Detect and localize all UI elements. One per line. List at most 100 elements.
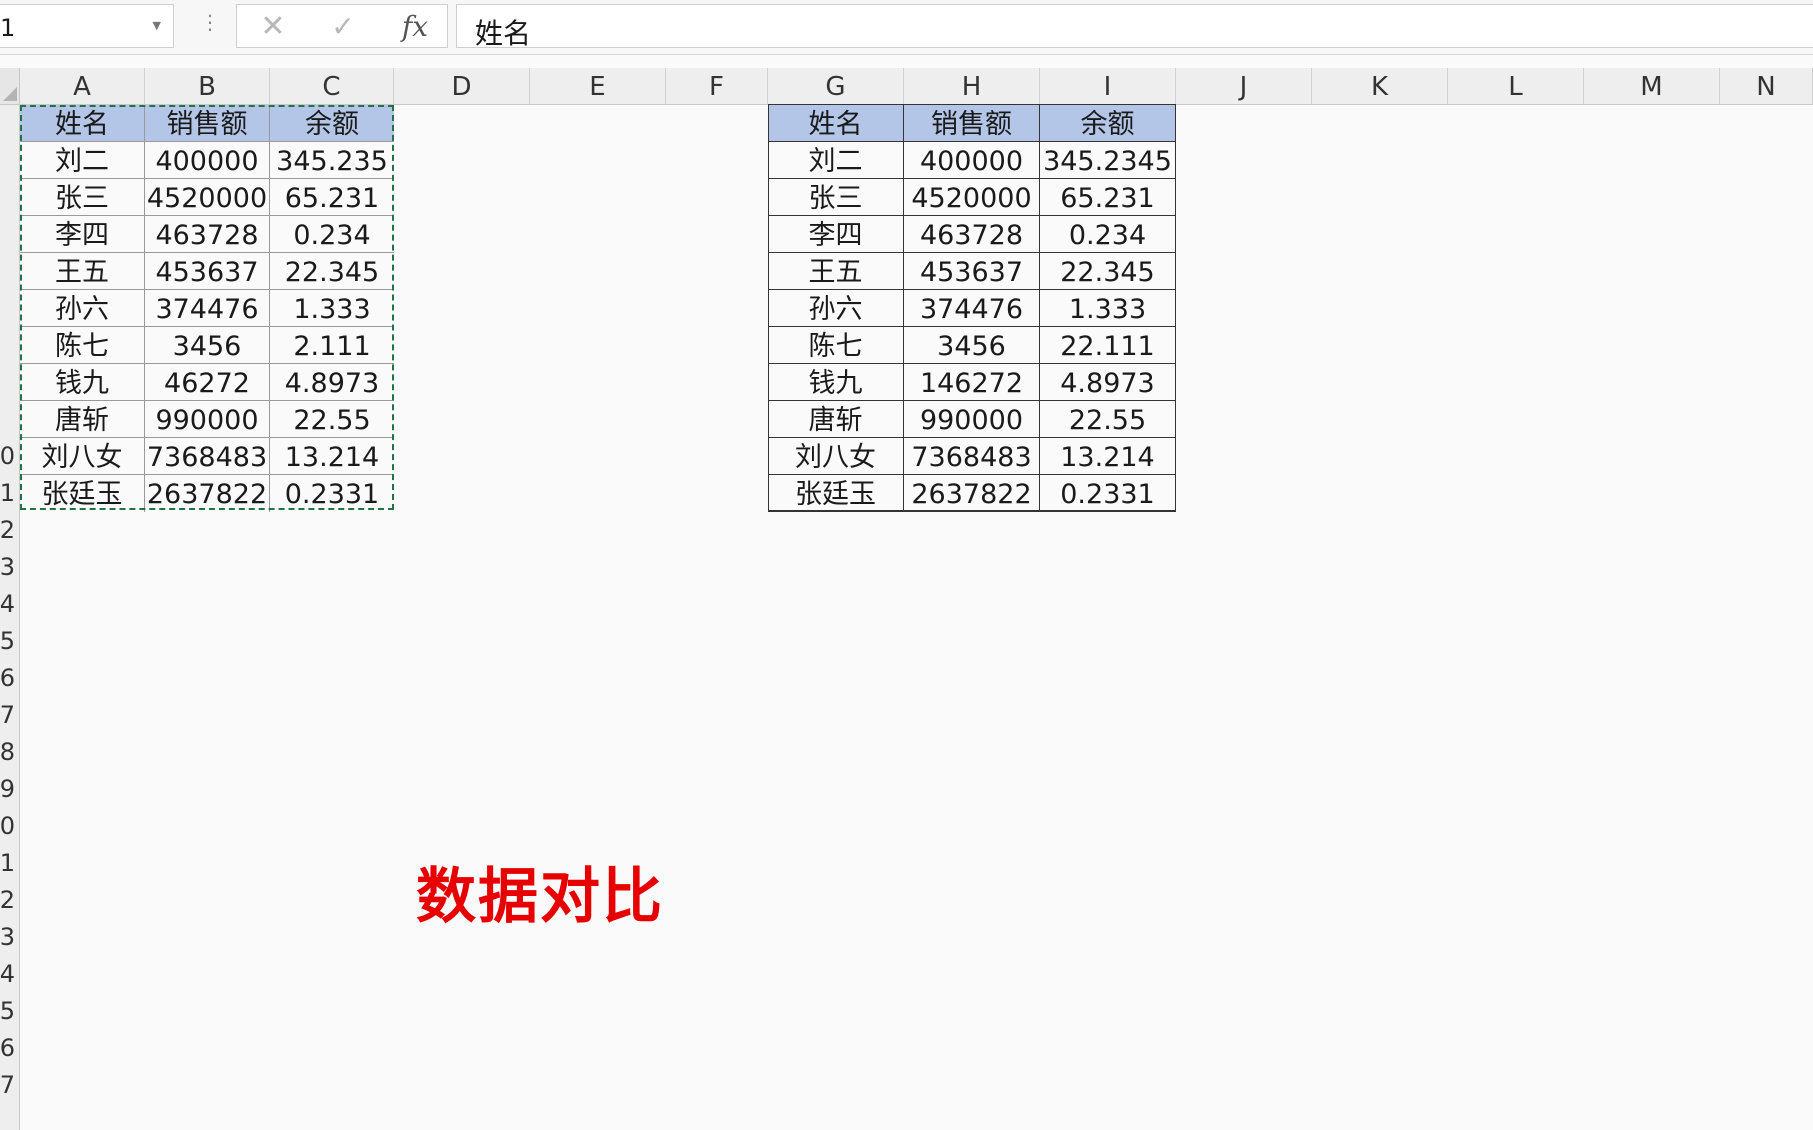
column-header-L[interactable]: L xyxy=(1448,68,1584,104)
row-header[interactable]: 2 xyxy=(0,882,15,919)
table-header-cell[interactable]: 销售额 xyxy=(904,105,1040,142)
table-cell[interactable]: 钱九 xyxy=(20,364,145,401)
table-cell[interactable]: 陈七 xyxy=(768,327,904,364)
row-header[interactable]: 7 xyxy=(0,697,15,734)
table-cell[interactable]: 刘二 xyxy=(768,142,904,179)
row-header[interactable]: 0 xyxy=(0,438,15,475)
cancel-icon[interactable]: ✕ xyxy=(255,7,291,47)
table-cell[interactable]: 453637 xyxy=(145,253,270,290)
row-header[interactable]: 5 xyxy=(0,993,15,1030)
table-cell[interactable]: 463728 xyxy=(145,216,270,253)
table-cell[interactable]: 345.235 xyxy=(270,142,394,179)
column-header-H[interactable]: H xyxy=(904,68,1040,104)
row-header[interactable]: 4 xyxy=(0,956,15,993)
table-cell[interactable]: 刘二 xyxy=(20,142,145,179)
row-header[interactable]: 1 xyxy=(0,475,15,512)
table-cell[interactable]: 4520000 xyxy=(145,179,270,216)
table-cell[interactable]: 22.55 xyxy=(270,401,394,438)
table-cell[interactable]: 0.2331 xyxy=(270,475,394,512)
table-cell[interactable]: 唐斩 xyxy=(20,401,145,438)
table-cell[interactable]: 13.214 xyxy=(270,438,394,475)
table-cell[interactable]: 3456 xyxy=(145,327,270,364)
column-header-G[interactable]: G xyxy=(768,68,904,104)
more-vertical-icon[interactable]: ⋮ xyxy=(200,10,220,34)
table-cell[interactable]: 22.111 xyxy=(1040,327,1176,364)
table-cell[interactable]: 400000 xyxy=(145,142,270,179)
table-cell[interactable]: 990000 xyxy=(145,401,270,438)
table-cell[interactable]: 453637 xyxy=(904,253,1040,290)
column-header-E[interactable]: E xyxy=(530,68,666,104)
name-box[interactable]: 1 ▼ xyxy=(0,4,174,48)
row-header[interactable]: 3 xyxy=(0,919,15,956)
table-cell[interactable]: 1.333 xyxy=(270,290,394,327)
table-cell[interactable]: 7368483 xyxy=(904,438,1040,475)
table-cell[interactable]: 李四 xyxy=(20,216,145,253)
table-cell[interactable]: 22.345 xyxy=(270,253,394,290)
table-cell[interactable]: 孙六 xyxy=(20,290,145,327)
table-cell[interactable]: 刘八女 xyxy=(768,438,904,475)
table-cell[interactable]: 0.234 xyxy=(270,216,394,253)
table-header-cell[interactable]: 姓名 xyxy=(768,105,904,142)
table-cell[interactable]: 张廷玉 xyxy=(768,475,904,512)
table-cell[interactable]: 3456 xyxy=(904,327,1040,364)
column-header-I[interactable]: I xyxy=(1040,68,1176,104)
table-cell[interactable]: 王五 xyxy=(20,253,145,290)
table-cell[interactable]: 65.231 xyxy=(270,179,394,216)
table-cell[interactable]: 463728 xyxy=(904,216,1040,253)
row-header[interactable]: 8 xyxy=(0,734,15,771)
column-header-D[interactable]: D xyxy=(394,68,530,104)
table-header-cell[interactable]: 余额 xyxy=(270,105,394,142)
fx-icon[interactable]: fx xyxy=(395,7,435,47)
table-cell[interactable]: 孙六 xyxy=(768,290,904,327)
table-cell[interactable]: 13.214 xyxy=(1040,438,1176,475)
table-cell[interactable]: 陈七 xyxy=(20,327,145,364)
row-header[interactable]: 3 xyxy=(0,549,15,586)
row-header[interactable]: 9 xyxy=(0,771,15,808)
column-header-J[interactable]: J xyxy=(1176,68,1312,104)
table-cell[interactable]: 146272 xyxy=(904,364,1040,401)
table-cell[interactable]: 374476 xyxy=(145,290,270,327)
row-header[interactable]: 6 xyxy=(0,1030,15,1067)
row-header[interactable]: 4 xyxy=(0,586,15,623)
table-cell[interactable]: 65.231 xyxy=(1040,179,1176,216)
select-all-button[interactable] xyxy=(0,68,20,104)
table-cell[interactable]: 2637822 xyxy=(145,475,270,512)
table-cell[interactable]: 46272 xyxy=(145,364,270,401)
column-header-N[interactable]: N xyxy=(1720,68,1813,104)
table-cell[interactable]: 张三 xyxy=(20,179,145,216)
table-cell[interactable]: 4.8973 xyxy=(1040,364,1176,401)
table-cell[interactable]: 唐斩 xyxy=(768,401,904,438)
table-cell[interactable]: 400000 xyxy=(904,142,1040,179)
column-header-F[interactable]: F xyxy=(666,68,768,104)
table-cell[interactable]: 王五 xyxy=(768,253,904,290)
column-header-A[interactable]: A xyxy=(20,68,145,104)
formula-input[interactable]: 姓名 xyxy=(456,4,1813,50)
table-cell[interactable]: 4520000 xyxy=(904,179,1040,216)
table-cell[interactable]: 4.8973 xyxy=(270,364,394,401)
table-cell[interactable]: 374476 xyxy=(904,290,1040,327)
table-cell[interactable]: 2.111 xyxy=(270,327,394,364)
table-cell[interactable]: 2637822 xyxy=(904,475,1040,512)
row-header[interactable]: 7 xyxy=(0,1067,15,1104)
table-cell[interactable]: 22.55 xyxy=(1040,401,1176,438)
column-header-B[interactable]: B xyxy=(145,68,270,104)
column-header-C[interactable]: C xyxy=(270,68,394,104)
chevron-down-icon[interactable]: ▼ xyxy=(153,19,161,32)
table-cell[interactable]: 1.333 xyxy=(1040,290,1176,327)
table-header-cell[interactable]: 销售额 xyxy=(145,105,270,142)
table-header-cell[interactable]: 姓名 xyxy=(20,105,145,142)
table-cell[interactable]: 刘八女 xyxy=(20,438,145,475)
table-cell[interactable]: 345.2345 xyxy=(1040,142,1176,179)
row-header[interactable]: 0 xyxy=(0,808,15,845)
column-header-K[interactable]: K xyxy=(1312,68,1448,104)
table-cell[interactable]: 张廷玉 xyxy=(20,475,145,512)
enter-icon[interactable]: ✓ xyxy=(325,7,361,47)
row-header[interactable]: 5 xyxy=(0,623,15,660)
table-cell[interactable]: 990000 xyxy=(904,401,1040,438)
row-header[interactable]: 1 xyxy=(0,845,15,882)
table-header-cell[interactable]: 余额 xyxy=(1040,105,1176,142)
table-cell[interactable]: 7368483 xyxy=(145,438,270,475)
table-cell[interactable]: 钱九 xyxy=(768,364,904,401)
table-cell[interactable]: 0.234 xyxy=(1040,216,1176,253)
row-header[interactable]: 2 xyxy=(0,512,15,549)
